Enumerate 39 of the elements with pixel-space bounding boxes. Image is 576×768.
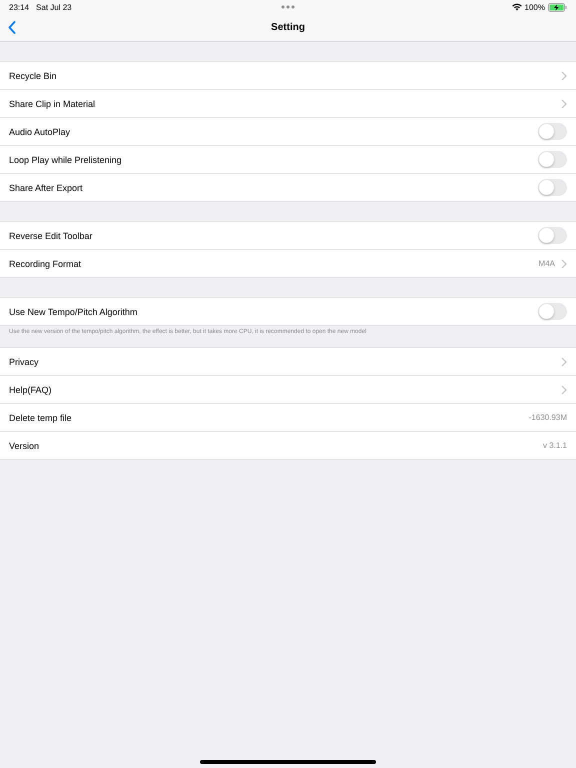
battery-charging-icon	[548, 2, 567, 12]
status-time: 23:14	[9, 2, 30, 12]
back-chevron-icon[interactable]	[8, 21, 16, 34]
toggle-switch[interactable]	[538, 151, 567, 168]
settings-row[interactable]: Recycle Bin	[0, 62, 576, 90]
setting-label: Share Clip in Material	[9, 98, 96, 108]
chevron-icon	[561, 98, 567, 108]
chevron-icon	[561, 70, 567, 80]
battery-percent: 100%	[524, 2, 545, 12]
chevron-icon	[561, 384, 567, 394]
setting-label: Privacy	[9, 356, 39, 366]
setting-label: Version	[9, 440, 40, 450]
setting-label: Recording Format	[9, 258, 82, 268]
toggle-switch[interactable]	[538, 123, 567, 140]
setting-label: Audio AutoPlay	[9, 126, 70, 136]
settings-row[interactable]: Help(FAQ)	[0, 376, 576, 404]
setting-value: -1630.93M	[528, 413, 567, 422]
home-indicator[interactable]	[200, 760, 376, 764]
chevron-icon	[561, 356, 567, 366]
chevron-icon	[561, 258, 567, 268]
nav-title: Setting	[271, 22, 305, 33]
setting-label: Share After Export	[9, 182, 83, 192]
wifi-icon	[512, 3, 522, 11]
toggle-switch[interactable]	[538, 179, 567, 196]
setting-label: Reverse Edit Toolbar	[9, 230, 92, 240]
settings-row[interactable]: Recording Format M4A	[0, 250, 576, 278]
toggle-switch[interactable]	[538, 303, 567, 320]
settings-row[interactable]: Share Clip in Material	[0, 90, 576, 118]
toggle-switch[interactable]	[538, 227, 567, 244]
setting-label: Use New Tempo/Pitch Algorithm	[9, 306, 138, 316]
setting-value: v 3.1.1	[542, 441, 567, 450]
settings-row[interactable]: Privacy	[0, 348, 576, 376]
setting-label: Delete temp file	[9, 412, 72, 422]
status-date: Sat Jul 23	[36, 2, 72, 12]
multitasking-dots-icon[interactable]	[281, 5, 295, 9]
setting-value: M4A	[538, 259, 555, 268]
setting-label: Recycle Bin	[9, 70, 57, 80]
setting-label: Help(FAQ)	[9, 384, 52, 394]
setting-label: Loop Play while Prelistening	[9, 154, 122, 164]
